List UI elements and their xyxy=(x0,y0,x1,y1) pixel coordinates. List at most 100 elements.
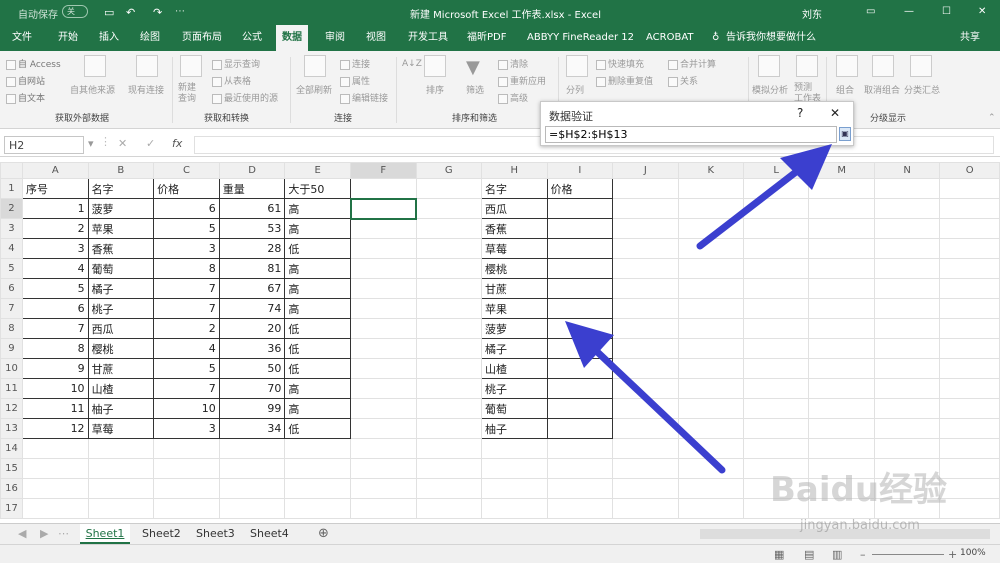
row-header[interactable]: 14 xyxy=(0,438,23,459)
cell[interactable]: 高 xyxy=(284,278,352,299)
cell[interactable] xyxy=(612,458,679,479)
cell[interactable]: 低 xyxy=(284,418,352,439)
column-header-n[interactable]: N xyxy=(873,162,941,179)
cell[interactable] xyxy=(742,438,810,459)
cell[interactable]: 高 xyxy=(284,198,352,219)
cell[interactable]: 6 xyxy=(153,198,220,219)
cell[interactable]: 36 xyxy=(218,338,286,359)
flash-fill-button[interactable]: 快速填充 xyxy=(608,60,644,70)
cell[interactable] xyxy=(546,198,614,219)
tab-insert[interactable]: 插入 xyxy=(99,25,119,51)
cell[interactable] xyxy=(808,358,875,379)
cell[interactable] xyxy=(415,358,482,379)
cell[interactable]: 桃子 xyxy=(480,378,548,399)
cell[interactable] xyxy=(677,438,744,459)
cell[interactable] xyxy=(808,398,875,419)
properties-button[interactable]: 属性 xyxy=(352,77,370,87)
cell[interactable] xyxy=(350,238,417,259)
dialog-close-icon[interactable]: ✕ xyxy=(830,106,840,120)
cell[interactable] xyxy=(87,498,155,519)
from-access-button[interactable]: 自 Access xyxy=(18,60,61,70)
tell-me-search[interactable]: 告诉我你想要做什么 xyxy=(726,25,816,51)
tab-review[interactable]: 审阅 xyxy=(325,25,345,51)
cell[interactable]: 西瓜 xyxy=(87,318,155,339)
cell[interactable]: 6 xyxy=(21,298,89,319)
cell[interactable] xyxy=(677,278,744,299)
cell[interactable] xyxy=(612,358,679,379)
cell[interactable] xyxy=(873,238,941,259)
namebox-dropdown-icon[interactable]: ▾ xyxy=(88,137,94,150)
cell[interactable] xyxy=(742,258,810,279)
column-header-o[interactable]: O xyxy=(939,162,1000,179)
next-sheet-icon[interactable]: ▶ xyxy=(40,524,48,544)
cell[interactable] xyxy=(873,258,941,279)
cell[interactable] xyxy=(742,398,810,419)
sheet-menu-icon[interactable]: ⋯ xyxy=(58,524,69,544)
cell[interactable] xyxy=(677,198,744,219)
recent-sources-button[interactable]: 最近使用的源 xyxy=(224,94,278,104)
cell[interactable]: 高 xyxy=(284,378,352,399)
cell[interactable] xyxy=(939,338,1000,359)
cell[interactable] xyxy=(939,498,1000,519)
cell[interactable]: 葡萄 xyxy=(87,258,155,279)
cell[interactable] xyxy=(87,478,155,499)
cell[interactable] xyxy=(350,298,417,319)
cell[interactable]: 橘子 xyxy=(480,338,548,359)
cell[interactable] xyxy=(415,278,482,299)
cell[interactable] xyxy=(350,478,417,499)
cell[interactable]: 28 xyxy=(218,238,286,259)
cell[interactable]: 7 xyxy=(153,378,220,399)
cell[interactable] xyxy=(742,358,810,379)
column-header-l[interactable]: L xyxy=(742,162,810,179)
cell[interactable]: 10 xyxy=(153,398,220,419)
page-break-view-icon[interactable]: ▥ xyxy=(832,548,842,561)
cell[interactable] xyxy=(21,438,89,459)
cell[interactable] xyxy=(939,438,1000,459)
cell[interactable] xyxy=(677,338,744,359)
cell[interactable]: 低 xyxy=(284,238,352,259)
cell[interactable] xyxy=(21,478,89,499)
cell[interactable]: 1 xyxy=(21,198,89,219)
tab-abbyy[interactable]: ABBYY FineReader 12 xyxy=(527,25,634,51)
cell[interactable] xyxy=(939,258,1000,279)
cell[interactable]: 橘子 xyxy=(87,278,155,299)
cell[interactable]: 9 xyxy=(21,358,89,379)
column-header-g[interactable]: G xyxy=(415,162,482,179)
sheet-tab-sheet2[interactable]: Sheet2 xyxy=(142,524,181,544)
cell[interactable] xyxy=(742,338,810,359)
column-header-f[interactable]: F xyxy=(350,162,417,179)
cell[interactable]: 67 xyxy=(218,278,286,299)
cell[interactable] xyxy=(546,498,614,519)
cell[interactable] xyxy=(350,358,417,379)
cell[interactable]: 5 xyxy=(21,278,89,299)
cell[interactable] xyxy=(546,418,614,439)
name-box[interactable]: H2 xyxy=(4,136,84,154)
cell[interactable] xyxy=(153,458,220,479)
cell[interactable] xyxy=(873,278,941,299)
cell[interactable] xyxy=(546,438,614,459)
minimize-icon[interactable]: — xyxy=(904,6,914,17)
tab-draw[interactable]: 绘图 xyxy=(140,25,160,51)
cell[interactable]: 3 xyxy=(153,418,220,439)
cell[interactable] xyxy=(612,258,679,279)
cell[interactable] xyxy=(218,478,286,499)
cell[interactable] xyxy=(808,198,875,219)
cell[interactable] xyxy=(612,378,679,399)
cell[interactable] xyxy=(742,218,810,239)
cell[interactable]: 樱桃 xyxy=(480,258,548,279)
cell[interactable] xyxy=(677,258,744,279)
cell[interactable]: 34 xyxy=(218,418,286,439)
cell[interactable] xyxy=(677,358,744,379)
cell[interactable] xyxy=(808,178,875,199)
user-name[interactable]: 刘东 xyxy=(802,6,822,21)
cell[interactable] xyxy=(677,378,744,399)
cell[interactable] xyxy=(415,438,482,459)
help-icon[interactable]: ? xyxy=(797,106,803,120)
row-header[interactable]: 9 xyxy=(0,338,23,359)
cell[interactable] xyxy=(742,418,810,439)
cell[interactable] xyxy=(546,218,614,239)
row-header[interactable]: 13 xyxy=(0,418,23,439)
cell[interactable] xyxy=(21,458,89,479)
filter-button[interactable]: 筛选 xyxy=(466,83,484,96)
cell[interactable] xyxy=(350,178,417,199)
